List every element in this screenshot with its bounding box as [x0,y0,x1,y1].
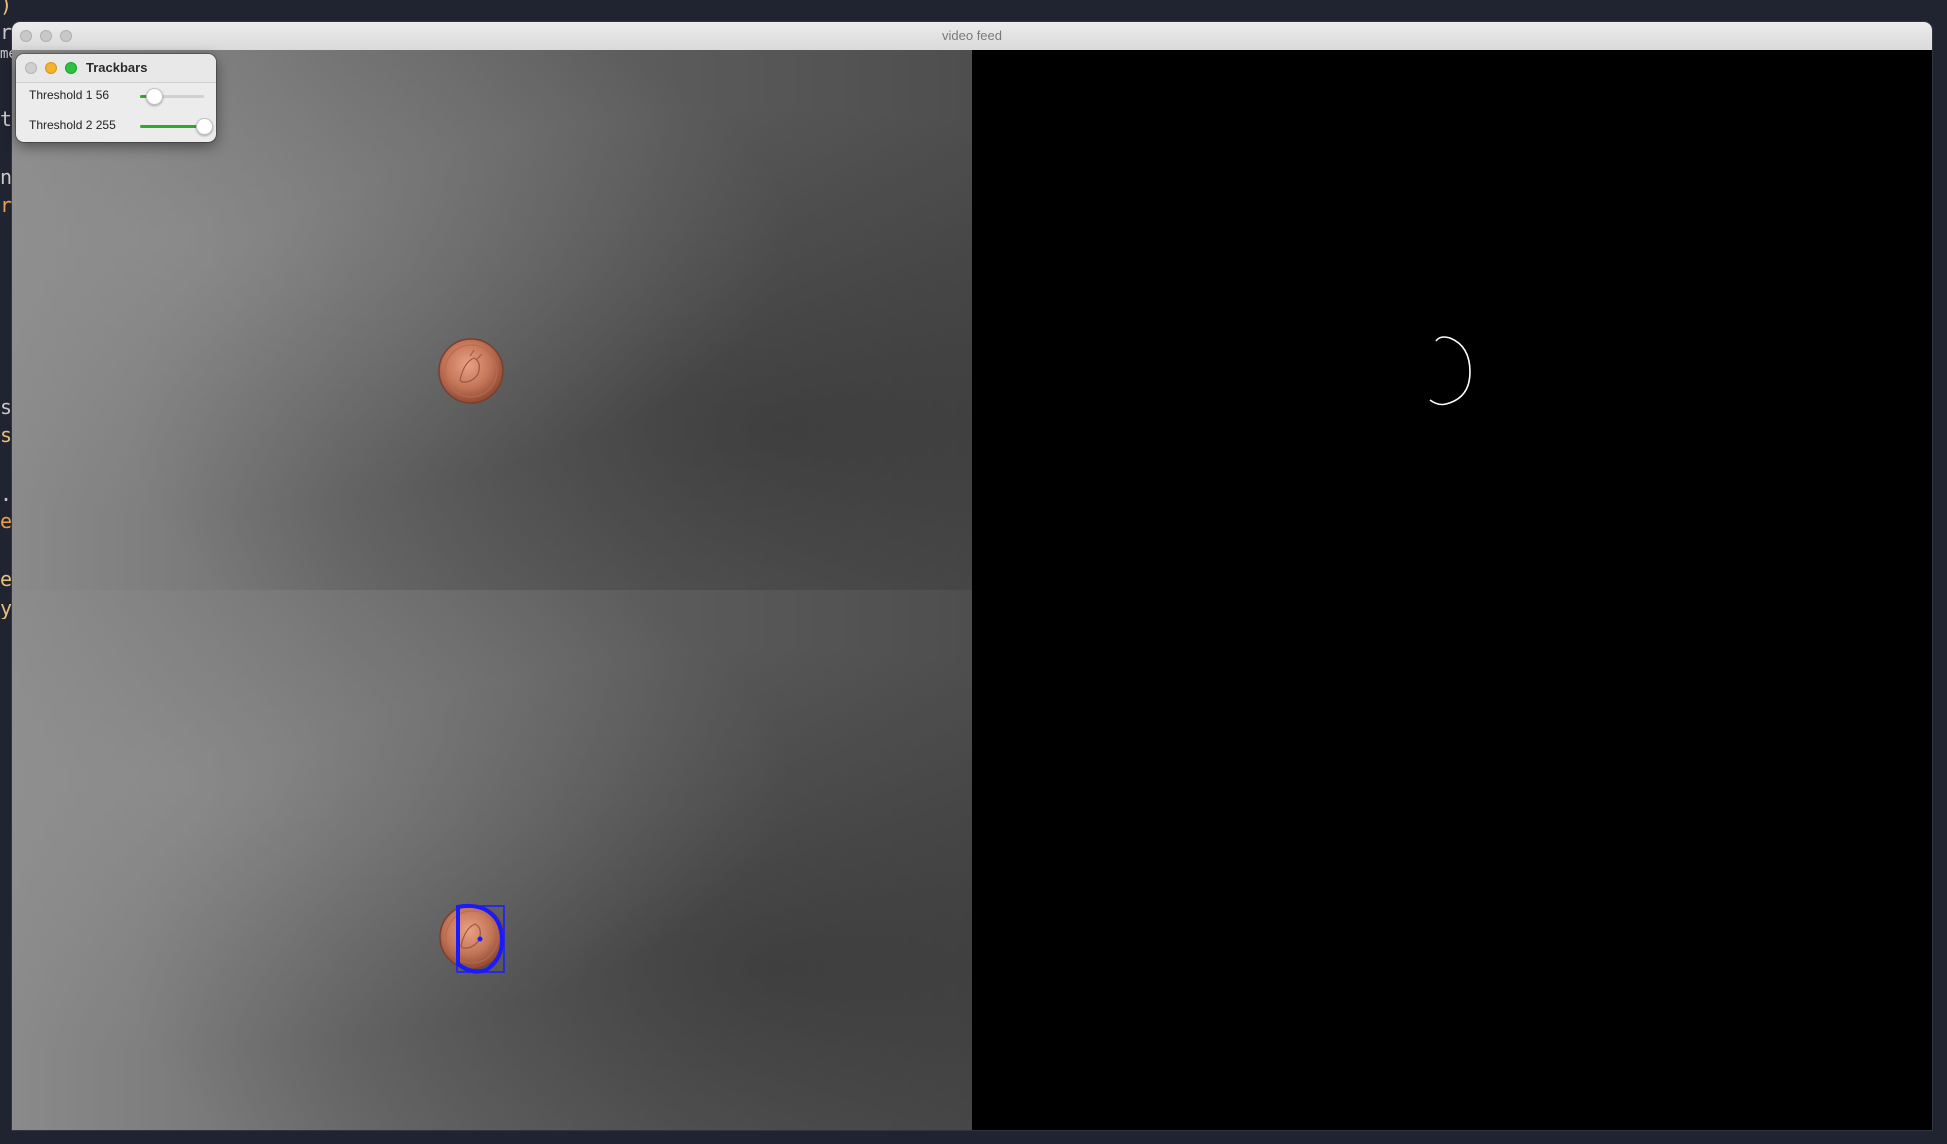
camera-image-panel [12,50,972,1130]
contour-frame [12,590,972,1130]
edge-mask-panel [972,50,1932,1130]
centroid-dot [477,936,483,942]
threshold-2-slider[interactable] [140,118,213,135]
window-titlebar[interactable]: video feed [12,22,1932,51]
close-button[interactable] [25,62,37,74]
trackbar-value: 56 [95,88,110,102]
trackbar-name: Threshold 1 [29,88,93,102]
window-title: video feed [942,28,1002,43]
trackbar-name: Threshold 2 [29,118,93,132]
trackbar-threshold-2: Threshold 2 255 [16,114,216,138]
code-line: ): [0,0,13,16]
trackbar-value: 255 [95,118,116,132]
zoom-button[interactable] [65,62,77,74]
trackbar-label: Threshold 1 56 [29,88,109,102]
trackbars-window[interactable]: Trackbars Threshold 1 56 Threshold 2 255 [16,54,216,142]
slider-thumb[interactable] [146,88,164,105]
slider-thumb[interactable] [196,118,213,135]
threshold-1-slider[interactable] [140,88,204,105]
window-titlebar[interactable]: Trackbars [16,54,216,83]
minimize-button[interactable] [45,62,57,74]
slider-fill [140,125,204,128]
coin-image [438,338,504,404]
trackbar-threshold-1: Threshold 1 56 [16,84,216,108]
edge-trace [1429,336,1471,406]
window-title: Trackbars [86,60,148,75]
trackbar-label: Threshold 2 255 [29,118,116,132]
video-feed-window[interactable]: video feed [12,22,1932,1130]
